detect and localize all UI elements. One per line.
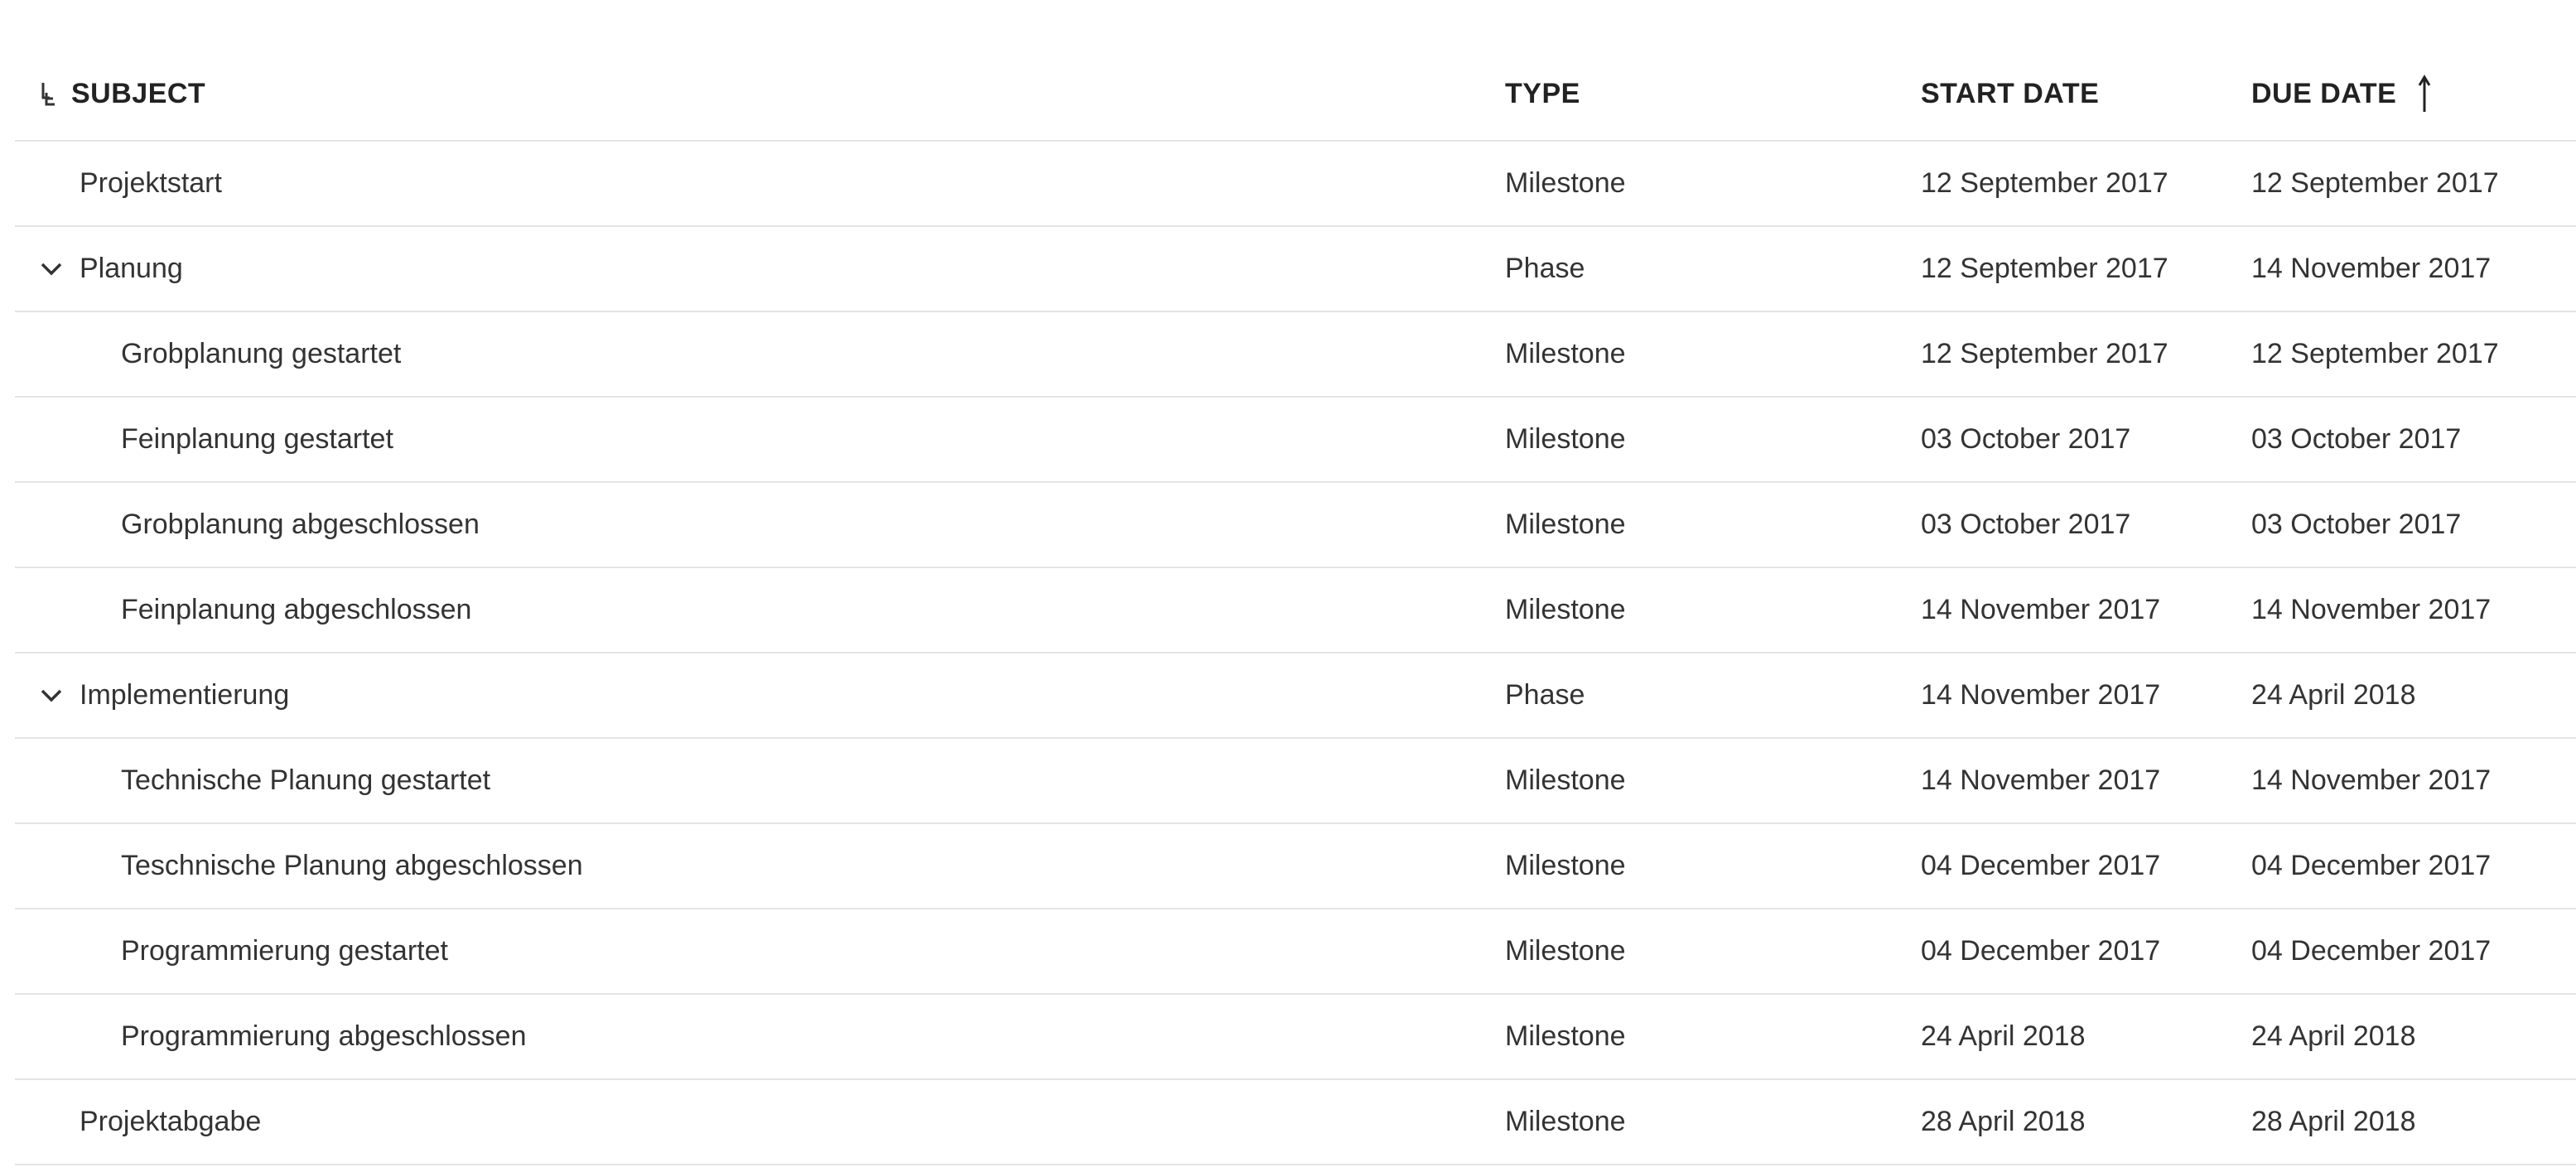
table-row[interactable]: Feinplanung abgeschlossen Milestone 14 N…	[15, 568, 2576, 654]
type-cell[interactable]: Milestone	[1505, 312, 1626, 396]
table-row[interactable]: Projektabgabe Milestone 28 April 2018 28…	[15, 1080, 2576, 1165]
table-row[interactable]: Technische Planung gestartet Milestone 1…	[15, 739, 2576, 824]
table-row[interactable]: Grobplanung abgeschlossen Milestone 03 O…	[15, 483, 2576, 568]
start-date-cell[interactable]: 12 September 2017	[1921, 142, 2168, 225]
subject-cell: Projektstart	[15, 142, 222, 225]
start-date-cell[interactable]: 03 October 2017	[1921, 398, 2130, 481]
table-row[interactable]: Planung Phase 12 September 2017 14 Novem…	[15, 227, 2576, 312]
subject-cell: Implementierung	[15, 654, 289, 737]
type-cell[interactable]: Milestone	[1505, 824, 1626, 908]
table-header-row: SUBJECT TYPE START DATE DUE DATE	[15, 47, 2576, 142]
start-date-cell[interactable]: 04 December 2017	[1921, 909, 2160, 993]
due-date-cell[interactable]: 12 September 2017	[2251, 142, 2499, 225]
subject-cell: Feinplanung gestartet	[15, 398, 393, 481]
table-row[interactable]: Implementierung Phase 14 November 2017 2…	[15, 654, 2576, 739]
subject-cell: Planung	[15, 227, 183, 311]
subject-cell: Programmierung gestartet	[15, 909, 448, 993]
table-row[interactable]: Feinplanung gestartet Milestone 03 Octob…	[15, 398, 2576, 483]
due-date-cell[interactable]: 14 November 2017	[2251, 227, 2491, 311]
table-row[interactable]: Grobplanung gestartet Milestone 12 Septe…	[15, 312, 2576, 398]
start-date-cell[interactable]: 04 December 2017	[1921, 824, 2160, 908]
header-subject-label[interactable]: SUBJECT	[71, 78, 205, 110]
subject-link[interactable]: Grobplanung abgeschlossen	[121, 509, 480, 541]
type-cell[interactable]: Milestone	[1505, 909, 1626, 993]
type-cell[interactable]: Milestone	[1505, 739, 1626, 822]
subject-link[interactable]: Programmierung abgeschlossen	[121, 1020, 526, 1053]
work-packages-table: SUBJECT TYPE START DATE DUE DATE Projekt…	[15, 47, 2576, 1165]
subject-link[interactable]: Projektstart	[80, 167, 222, 200]
start-date-cell[interactable]: 14 November 2017	[1921, 568, 2160, 652]
subject-link[interactable]: Projektabgabe	[80, 1106, 261, 1138]
start-date-cell[interactable]: 28 April 2018	[1921, 1080, 2086, 1164]
type-cell[interactable]: Milestone	[1505, 142, 1626, 225]
due-date-cell[interactable]: 04 December 2017	[2251, 824, 2491, 908]
due-date-cell[interactable]: 04 December 2017	[2251, 909, 2491, 993]
type-cell[interactable]: Phase	[1505, 654, 1585, 737]
start-date-cell[interactable]: 14 November 2017	[1921, 654, 2160, 737]
chevron-down-icon[interactable]	[40, 262, 63, 277]
header-due-date: DUE DATE	[2251, 47, 2433, 140]
header-start-date: START DATE	[1921, 47, 2099, 140]
due-date-cell[interactable]: 03 October 2017	[2251, 398, 2461, 481]
subject-link[interactable]: Grobplanung gestartet	[121, 338, 401, 370]
subject-link[interactable]: Feinplanung gestartet	[121, 423, 393, 456]
type-cell[interactable]: Milestone	[1505, 398, 1626, 481]
subject-cell: Projektabgabe	[15, 1080, 261, 1164]
type-cell[interactable]: Milestone	[1505, 483, 1626, 567]
due-date-cell[interactable]: 24 April 2018	[2251, 654, 2416, 737]
type-cell[interactable]: Phase	[1505, 227, 1585, 311]
table-row[interactable]: Teschnische Planung abgeschlossen Milest…	[15, 824, 2576, 909]
type-cell[interactable]: Milestone	[1505, 568, 1626, 652]
due-date-cell[interactable]: 14 November 2017	[2251, 568, 2491, 652]
subject-cell: Programmierung abgeschlossen	[15, 995, 526, 1078]
due-date-cell[interactable]: 12 September 2017	[2251, 312, 2499, 396]
subject-link[interactable]: Teschnische Planung abgeschlossen	[121, 850, 583, 882]
header-subject: SUBJECT	[15, 47, 205, 140]
table-row[interactable]: Projektstart Milestone 12 September 2017…	[15, 142, 2576, 227]
subject-cell: Teschnische Planung abgeschlossen	[15, 824, 583, 908]
subject-link[interactable]: Feinplanung abgeschlossen	[121, 594, 471, 626]
subject-cell: Grobplanung abgeschlossen	[15, 483, 480, 567]
chevron-down-icon[interactable]	[40, 688, 63, 703]
subject-cell: Grobplanung gestartet	[15, 312, 401, 396]
due-date-cell[interactable]: 24 April 2018	[2251, 995, 2416, 1078]
start-date-cell[interactable]: 03 October 2017	[1921, 483, 2130, 567]
due-date-cell[interactable]: 03 October 2017	[2251, 483, 2461, 567]
header-type: TYPE	[1505, 47, 1580, 140]
subject-link[interactable]: Planung	[80, 253, 183, 285]
header-due-date-label[interactable]: DUE DATE	[2251, 78, 2396, 110]
subject-link[interactable]: Implementierung	[80, 679, 289, 711]
start-date-cell[interactable]: 12 September 2017	[1921, 227, 2168, 311]
hierarchy-toggle-icon[interactable]	[38, 80, 63, 108]
header-type-label[interactable]: TYPE	[1505, 78, 1580, 110]
subject-link[interactable]: Technische Planung gestartet	[121, 764, 490, 797]
header-start-date-label[interactable]: START DATE	[1921, 78, 2099, 110]
sort-ascending-arrow-icon[interactable]	[2416, 74, 2433, 113]
subject-cell: Feinplanung abgeschlossen	[15, 568, 471, 652]
table-row[interactable]: Programmierung gestartet Milestone 04 De…	[15, 909, 2576, 995]
start-date-cell[interactable]: 24 April 2018	[1921, 995, 2086, 1078]
type-cell[interactable]: Milestone	[1505, 1080, 1626, 1164]
table-row[interactable]: Programmierung abgeschlossen Milestone 2…	[15, 995, 2576, 1080]
subject-link[interactable]: Programmierung gestartet	[121, 935, 448, 967]
subject-cell: Technische Planung gestartet	[15, 739, 490, 822]
start-date-cell[interactable]: 12 September 2017	[1921, 312, 2168, 396]
due-date-cell[interactable]: 14 November 2017	[2251, 739, 2491, 822]
type-cell[interactable]: Milestone	[1505, 995, 1626, 1078]
due-date-cell[interactable]: 28 April 2018	[2251, 1080, 2416, 1164]
start-date-cell[interactable]: 14 November 2017	[1921, 739, 2160, 822]
